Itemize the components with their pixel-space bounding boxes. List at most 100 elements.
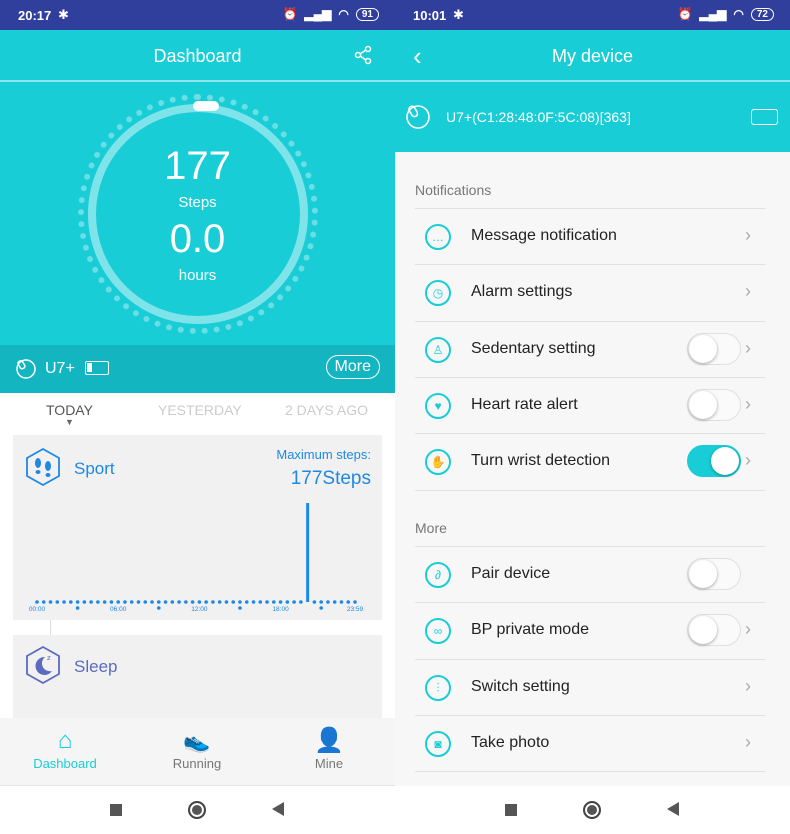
back-button[interactable] <box>272 802 284 816</box>
chevron-right-icon[interactable]: › <box>745 394 751 415</box>
hours-label: hours <box>178 267 217 284</box>
chevron-right-icon[interactable]: › <box>745 732 751 753</box>
settings-row-pair-device[interactable]: ∂ Pair device <box>415 546 765 602</box>
nav-dashboard[interactable]: ⌂ Dashboard <box>15 726 115 771</box>
chart-point <box>238 600 242 604</box>
chevron-right-icon[interactable]: › <box>745 338 751 359</box>
device-name: U7+ <box>45 360 75 377</box>
row-label: Pair device <box>471 565 551 582</box>
settings-row-bp-private-mode[interactable]: ∞ BP private mode › <box>415 602 765 658</box>
more-button[interactable]: More <box>325 355 380 379</box>
svg-text:z: z <box>47 654 51 662</box>
chevron-right-icon[interactable]: › <box>745 281 751 302</box>
steps-label: Steps <box>178 194 217 211</box>
chart-point <box>272 600 276 604</box>
home-button[interactable] <box>583 801 601 819</box>
settings-row-alarm-settings[interactable]: ◷ Alarm settings › <box>415 264 765 320</box>
settings-row-heart-rate-alert[interactable]: ♥ Heart rate alert › <box>415 376 765 433</box>
settings-row-message-notification[interactable]: … Message notification › <box>415 208 765 264</box>
chart-point <box>69 600 73 604</box>
status-time: 20:17 <box>18 8 52 23</box>
chart-point <box>190 600 195 604</box>
recents-button[interactable] <box>505 804 517 816</box>
chart-point <box>123 600 127 604</box>
chart-point <box>244 600 249 604</box>
shoe-icon: 👟 <box>183 728 211 753</box>
share-icon[interactable] <box>353 45 373 65</box>
chart-point <box>346 600 351 604</box>
my-device-screen: 10:01 ✱ ⏰ ▂▄▆ ◠ 72 ‹ My device U7+(C1:28:48… <box>395 0 790 834</box>
row-label: Turn wrist detection <box>471 452 611 470</box>
battery-indicator: 91 <box>355 7 379 21</box>
nav-mine[interactable]: 👤 Mine <box>279 726 379 771</box>
toggle-switch[interactable] <box>687 332 741 365</box>
chart-point <box>312 600 317 604</box>
chevron-right-icon[interactable]: › <box>745 225 751 246</box>
row-label: Sedentary setting <box>471 339 596 357</box>
sport-card[interactable]: Sport Maximum steps: 177Steps 00:00 06:00… <box>13 435 382 620</box>
chart-point <box>204 600 208 604</box>
chevron-right-icon[interactable]: › <box>745 450 751 471</box>
divider <box>415 771 765 773</box>
tab-yesterday[interactable]: YESTERDAY <box>158 402 242 418</box>
settings-row-switch-setting[interactable]: ⫶ Switch setting › <box>415 658 765 715</box>
chart-point <box>170 600 175 604</box>
toggle-knob <box>689 616 717 645</box>
toggle-switch[interactable] <box>687 445 741 478</box>
section-header: More <box>415 520 447 536</box>
back-icon[interactable]: ‹ <box>413 30 422 82</box>
chart-point <box>332 600 337 604</box>
chart-point <box>150 600 154 604</box>
chart-point <box>62 600 66 604</box>
chart-point <box>55 600 60 604</box>
toggle-knob <box>689 560 717 588</box>
moon-icon: z <box>26 645 60 685</box>
tab-2-days-ago[interactable]: 2 DAYS AGO <box>285 402 368 418</box>
recents-button[interactable] <box>110 804 122 816</box>
system-nav <box>0 786 395 834</box>
toggle-knob <box>689 334 717 363</box>
chart-point <box>75 600 80 604</box>
x-tick-label: 00:00 <box>29 606 46 613</box>
progress-ring <box>88 104 308 324</box>
chart-point <box>285 600 290 604</box>
settings-row-take-photo[interactable]: ◙ Take photo › <box>415 714 765 771</box>
timeline-connector <box>50 620 51 635</box>
message-icon: … <box>425 224 451 250</box>
chart-point <box>278 600 283 604</box>
chart-point <box>251 600 256 604</box>
nav-label: Mine <box>314 756 344 771</box>
chart-point <box>177 600 181 604</box>
wifi-icon: ◠ <box>733 7 744 21</box>
toggle-switch[interactable] <box>687 614 741 647</box>
sleep-title: Sleep <box>74 657 118 676</box>
settings-row-sedentary-setting[interactable]: ♙ Sedentary setting › <box>415 320 765 377</box>
x-tick-dot <box>238 606 242 610</box>
nav-running[interactable]: 👟 Running <box>147 726 247 771</box>
page-title: Dashboard <box>153 46 242 66</box>
alarm-icon: ◷ <box>425 280 451 307</box>
chart-point <box>102 600 107 604</box>
toggle-switch[interactable] <box>687 388 741 421</box>
heart-rate-icon: ♥ <box>425 392 451 419</box>
watch-icon <box>16 359 36 379</box>
x-tick-label: 18:00 <box>272 606 289 613</box>
tab-today[interactable]: TODAY <box>46 402 93 418</box>
chevron-right-icon[interactable]: › <box>745 619 751 640</box>
chevron-right-icon[interactable]: › <box>745 676 751 697</box>
back-button[interactable] <box>667 802 679 816</box>
battery-indicator: 72 <box>750 7 774 21</box>
chart-point <box>353 600 357 604</box>
home-button[interactable] <box>188 801 206 819</box>
step-ring: 177 Steps 0.0 hours <box>0 82 395 345</box>
chart-point <box>82 600 87 604</box>
chart-point <box>231 600 236 604</box>
settings-row-turn-wrist-detection[interactable]: ✋ Turn wrist detection › <box>415 433 765 489</box>
signal-icon: ▂▄▆ <box>699 7 727 21</box>
wrist-icon: ✋ <box>425 449 451 476</box>
chart-point <box>292 600 296 604</box>
signal-icon: ▂▄▆ <box>304 7 332 21</box>
sleep-card[interactable]: z Sleep <box>13 635 382 718</box>
toggle-switch[interactable] <box>687 558 741 590</box>
x-tick-label: 12:00 <box>191 606 208 613</box>
